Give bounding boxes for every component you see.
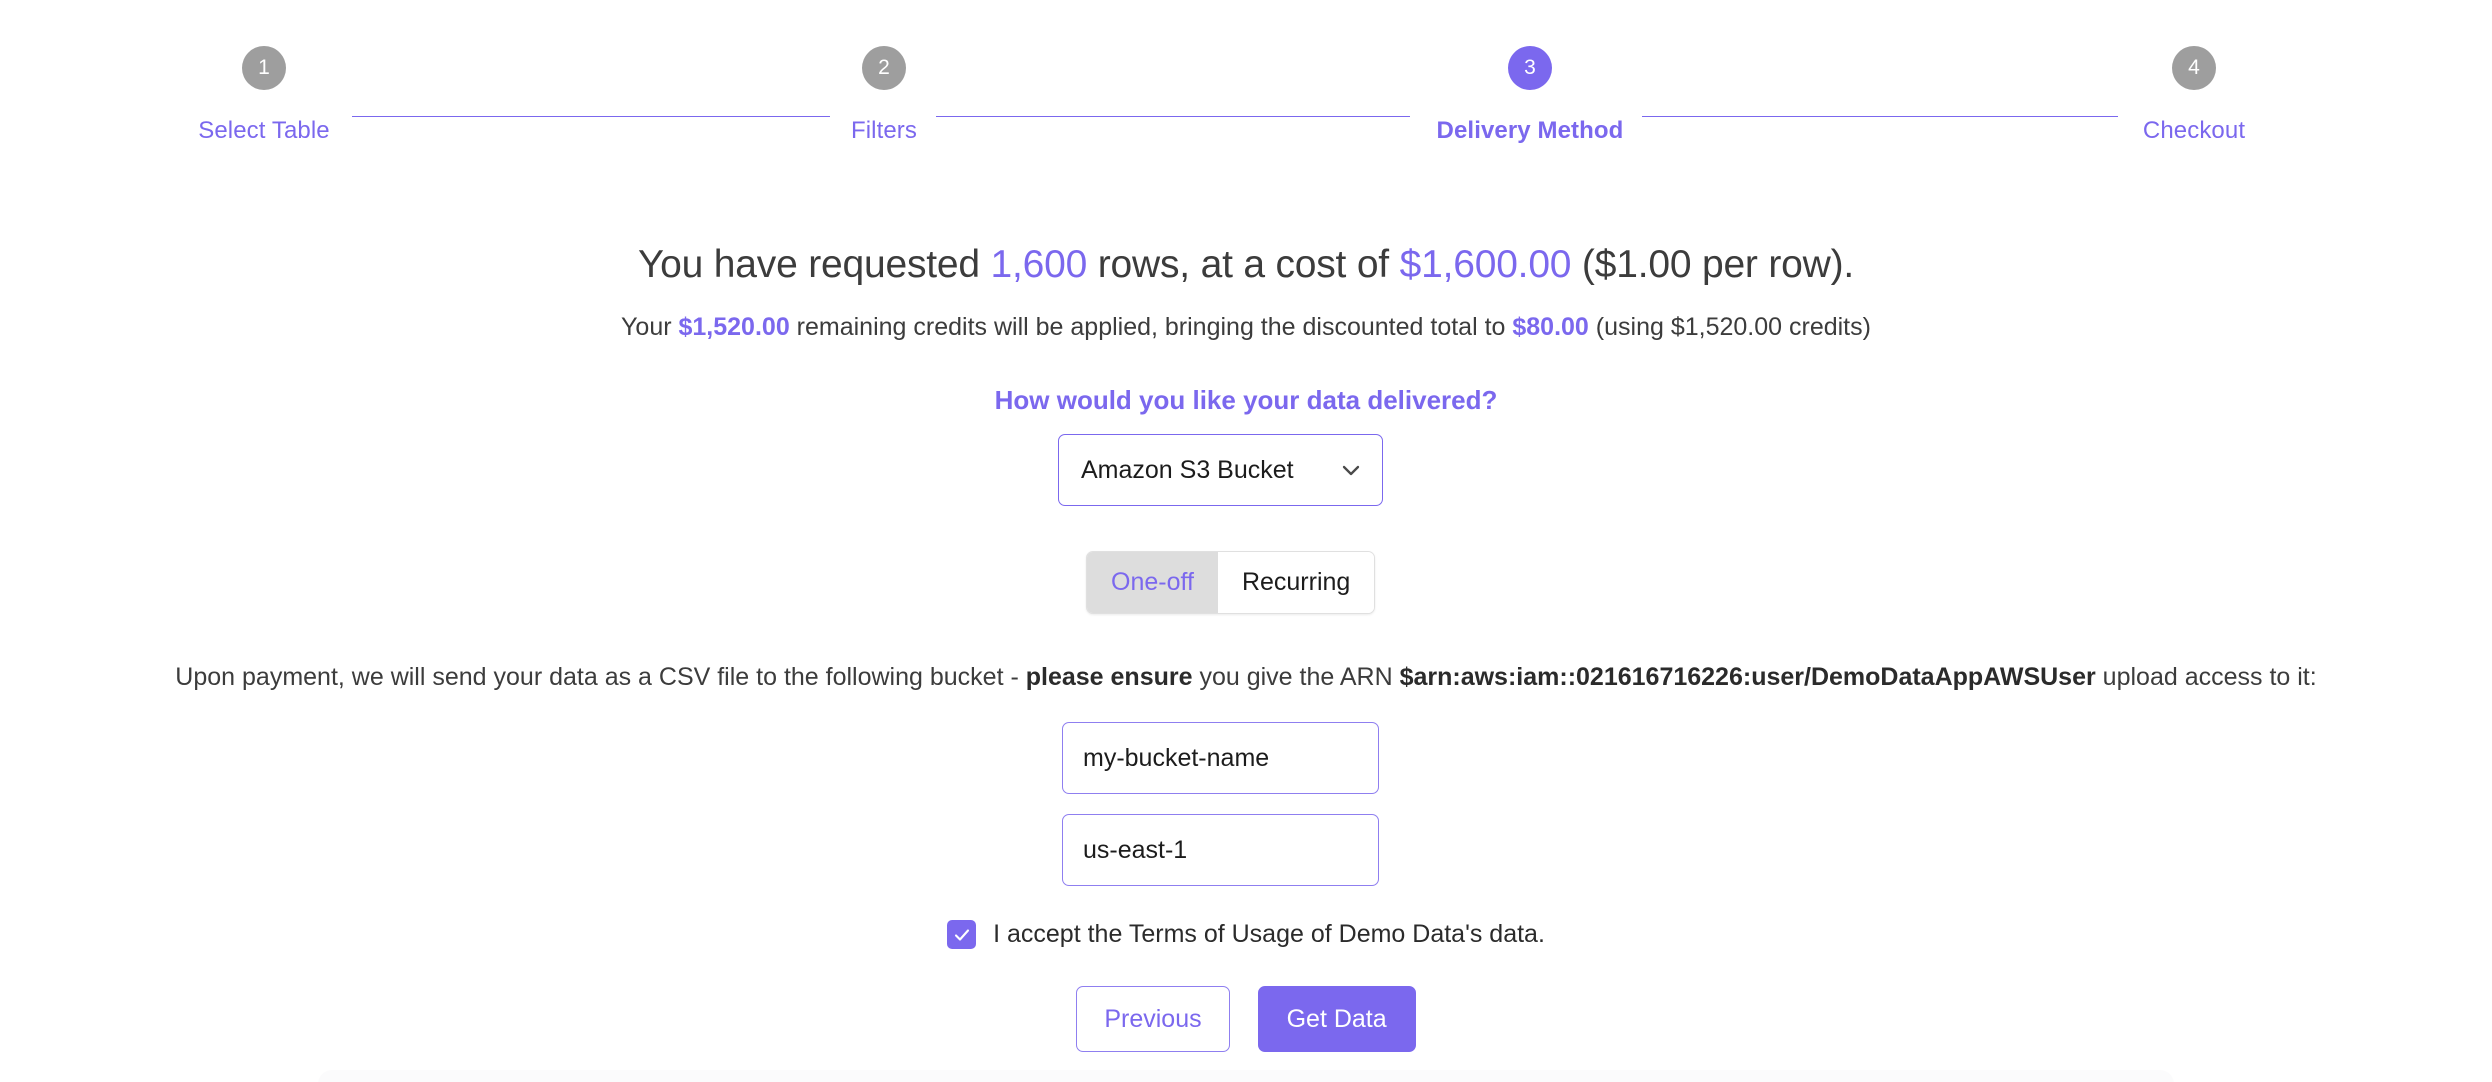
- previous-button[interactable]: Previous: [1076, 986, 1230, 1052]
- stepper-step-number: 3: [1508, 46, 1552, 90]
- frequency-option-one-off[interactable]: One-off: [1087, 552, 1218, 613]
- stepper-connector-3-4: [1642, 116, 2118, 117]
- delivery-frequency-toggle-group: One-off Recurring: [1086, 551, 1376, 614]
- terms-acceptance-row: I accept the Terms of Usage of Demo Data…: [0, 920, 2492, 949]
- summary-row-count: 1,600: [990, 243, 1088, 286]
- bucket-region-input[interactable]: [1062, 814, 1379, 886]
- summary-suffix: ($1.00 per row).: [1571, 243, 1855, 286]
- bucket-note-emphasis: please ensure: [1025, 663, 1193, 691]
- delivery-question-heading: How would you like your data delivered?: [994, 385, 1498, 415]
- delivery-method-select-wrapper: Amazon S3 Bucket: [1058, 434, 1383, 506]
- bucket-instructions-text: Upon payment, we will send your data as …: [0, 663, 2492, 692]
- delivery-method-select[interactable]: Amazon S3 Bucket: [1058, 434, 1383, 506]
- stepper-step-number: 1: [242, 46, 286, 90]
- terms-label: I accept the Terms of Usage of Demo Data…: [993, 920, 1545, 948]
- stepper-connector-2-3: [936, 116, 1410, 117]
- summary-prefix: You have requested: [637, 243, 991, 286]
- stepper-step-label: Select Table: [198, 117, 330, 144]
- credits-amount: $1,520.00: [678, 313, 790, 341]
- progress-stepper: 1 Select Table 2 Filters 3 Delivery Meth…: [0, 46, 2492, 166]
- stepper-step-number: 4: [2172, 46, 2216, 90]
- stepper-step-filters[interactable]: 2 Filters: [784, 46, 984, 145]
- bucket-name-input[interactable]: [1062, 722, 1379, 794]
- delivery-method-page: 1 Select Table 2 Filters 3 Delivery Meth…: [0, 0, 2492, 1082]
- stepper-connector-1-2: [352, 116, 830, 117]
- terms-checkbox[interactable]: [947, 920, 977, 949]
- summary-cost: $1,600.00: [1399, 243, 1572, 286]
- stepper-step-delivery-method[interactable]: 3 Delivery Method: [1430, 46, 1630, 145]
- credits-suffix: (using $1,520.00 credits): [1588, 313, 1871, 341]
- wizard-actions: Previous Get Data: [0, 986, 2492, 1052]
- page-bottom-panel-edge: [318, 1070, 2174, 1082]
- stepper-step-label: Checkout: [2142, 117, 2246, 144]
- credits-summary: Your $1,520.00 remaining credits will be…: [0, 313, 2492, 342]
- bucket-note-prefix: Upon payment, we will send your data as …: [175, 663, 1026, 691]
- summary-mid: rows, at a cost of: [1087, 243, 1400, 286]
- delivery-method-selected-value: Amazon S3 Bucket: [1081, 455, 1294, 484]
- chevron-down-icon: [1338, 457, 1364, 483]
- bucket-note-suffix: upload access to it:: [2095, 663, 2317, 691]
- bucket-note-mid: you give the ARN: [1192, 663, 1400, 691]
- stepper-step-select-table[interactable]: 1 Select Table: [164, 46, 364, 145]
- aws-arn-value: $arn:aws:iam::021616716226:user/DemoData…: [1399, 663, 2096, 691]
- credits-mid: remaining credits will be applied, bring…: [789, 313, 1513, 341]
- credits-prefix: Your: [621, 313, 679, 341]
- stepper-step-label: Filters: [850, 117, 918, 144]
- stepper-step-checkout[interactable]: 4 Checkout: [2094, 46, 2294, 145]
- stepper-step-number: 2: [862, 46, 906, 90]
- request-summary: You have requested 1,600 rows, at a cost…: [0, 243, 2492, 287]
- get-data-button[interactable]: Get Data: [1257, 986, 1416, 1052]
- discounted-total: $80.00: [1512, 313, 1589, 341]
- frequency-option-recurring[interactable]: Recurring: [1217, 552, 1375, 613]
- stepper-step-label: Delivery Method: [1436, 117, 1624, 144]
